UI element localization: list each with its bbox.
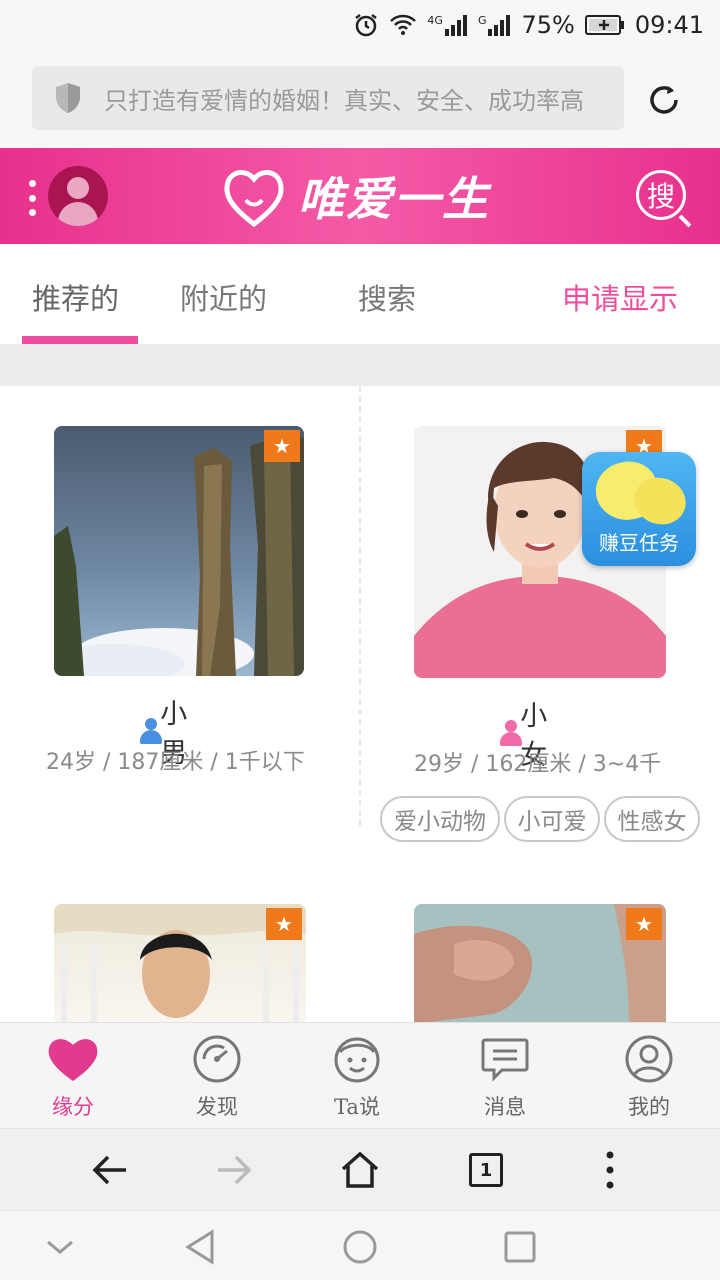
forward-button[interactable] — [210, 1146, 258, 1194]
system-home-button[interactable] — [340, 1227, 380, 1267]
back-arrow-icon — [92, 1155, 126, 1185]
nav-item-messages[interactable]: 消息 — [450, 1033, 560, 1121]
signal-g-icon: G — [478, 14, 512, 36]
tab-bar: 推荐的 附近的 搜索 申请显示 — [0, 244, 720, 344]
battery-icon — [584, 14, 625, 36]
avatar[interactable] — [48, 166, 108, 226]
nav-item-mine[interactable]: 我的 — [594, 1033, 704, 1121]
star-badge-icon: ★ — [264, 430, 300, 462]
network-label-1: 4G — [427, 14, 443, 27]
female-user-icon — [500, 720, 522, 746]
tab-apply-display[interactable]: 申请显示 — [562, 276, 678, 318]
wifi-icon — [389, 13, 417, 37]
home-icon — [341, 1151, 379, 1188]
url-text: 只打造有爱情的婚姻！真实、安全、成功率高 — [104, 86, 584, 115]
header-search-button[interactable]: 搜 — [636, 170, 694, 228]
star-badge-icon: ★ — [626, 908, 662, 940]
network-label-2: G — [477, 14, 487, 27]
system-back-button[interactable] — [180, 1227, 220, 1267]
heart-logo-icon — [224, 170, 284, 228]
nav-label: 消息 — [484, 1095, 526, 1119]
earn-beans-label: 赚豆任务 — [599, 531, 679, 555]
status-bar: 4G G 75% 09:41 — [0, 0, 720, 50]
search-icon: 搜 — [636, 170, 686, 220]
more-vertical-icon — [606, 1151, 614, 1189]
home-button[interactable] — [336, 1146, 384, 1194]
battery-percent: 75% — [521, 11, 575, 39]
signal-4g-icon: 4G — [427, 14, 468, 36]
reload-button[interactable] — [640, 76, 688, 124]
nav-label: 缘分 — [52, 1095, 94, 1119]
tabs-button[interactable]: 1 — [462, 1146, 510, 1194]
chevron-down-icon — [47, 1240, 73, 1254]
reload-icon — [650, 86, 678, 114]
logo-text: 唯爱一生 — [298, 172, 490, 226]
nav-label: 我的 — [628, 1095, 670, 1119]
app-bottom-nav: 缘分 发现 Ta说 消息 我的 — [0, 1022, 720, 1128]
photo-landscape-pillars — [54, 434, 304, 676]
system-nav-bar — [0, 1210, 720, 1280]
back-button[interactable] — [86, 1146, 134, 1194]
menu-dots-icon[interactable] — [28, 180, 36, 216]
male-user-icon — [140, 718, 162, 744]
url-bar[interactable]: 只打造有爱情的婚姻！真实、安全、成功率高 — [32, 66, 624, 130]
profile-icon — [623, 1033, 675, 1085]
more-menu-button[interactable] — [586, 1146, 634, 1194]
clock: 09:41 — [634, 11, 704, 39]
message-icon — [479, 1033, 531, 1085]
tab-search[interactable]: 搜索 — [358, 276, 416, 318]
tab-count-icon: 1 — [469, 1153, 503, 1187]
profile-tag[interactable]: 小可爱 — [504, 796, 600, 842]
square-recents-icon — [504, 1231, 536, 1263]
profile-tag[interactable]: 爱小动物 — [380, 796, 500, 842]
column-divider — [359, 386, 361, 826]
profile-info: 29岁 / 162厘米 / 3~4千 — [414, 752, 662, 777]
profile-photo[interactable] — [54, 426, 304, 676]
face-icon — [331, 1033, 383, 1085]
active-tab-indicator — [22, 336, 138, 344]
nav-label: 发现 — [196, 1095, 238, 1119]
earn-beans-task-button[interactable]: 赚豆任务 — [582, 452, 696, 566]
shield-icon — [32, 81, 104, 115]
circle-home-icon — [343, 1230, 377, 1264]
system-recents-button[interactable] — [500, 1227, 540, 1267]
alarm-icon — [353, 12, 379, 38]
nav-item-fate[interactable]: 缘分 — [18, 1033, 128, 1121]
nav-item-ta-says[interactable]: Ta说 — [302, 1033, 412, 1121]
profile-tag[interactable]: 性感女 — [604, 796, 700, 842]
nav-label: Ta说 — [334, 1095, 380, 1119]
compass-icon — [191, 1033, 243, 1085]
triangle-back-icon — [185, 1229, 214, 1265]
tab-recommended[interactable]: 推荐的 — [32, 276, 119, 318]
section-divider — [0, 344, 720, 386]
browser-toolbar: 1 — [0, 1128, 720, 1210]
forward-arrow-icon — [218, 1155, 252, 1185]
tab-nearby[interactable]: 附近的 — [180, 276, 267, 318]
app-logo: 唯爱一生 — [220, 158, 500, 234]
heart-icon — [47, 1033, 99, 1085]
browser-url-row: 只打造有爱情的婚姻！真实、安全、成功率高 — [0, 50, 720, 148]
collapse-button[interactable] — [40, 1227, 80, 1267]
star-badge-icon: ★ — [266, 908, 302, 940]
profile-info: 24岁 / 187厘米 / 1千以下 — [46, 750, 305, 775]
nav-item-discover[interactable]: 发现 — [162, 1033, 272, 1121]
app-header: 唯爱一生 搜 — [0, 148, 720, 244]
